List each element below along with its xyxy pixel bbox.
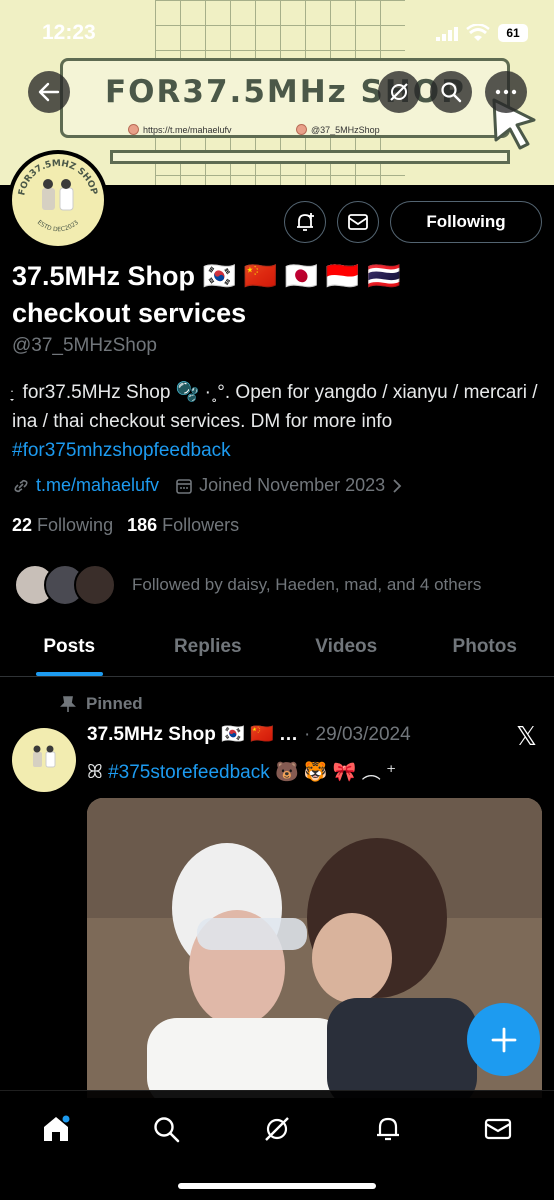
- back-arrow-icon: [38, 82, 60, 102]
- profile-link[interactable]: t.me/mahaelufv: [36, 475, 159, 496]
- avatar-logo: FOR37.5MHZ SHOP ESTD DEC2023: [12, 154, 104, 246]
- post-text: ꕤ #375storefeedback 🐻 🐯 🎀 ︵ ⁺: [87, 757, 396, 784]
- tab-replies[interactable]: Replies: [139, 624, 278, 676]
- notify-button[interactable]: [284, 201, 326, 243]
- following-button[interactable]: Following: [390, 201, 542, 243]
- banner-link-text: https://t.me/mahaelufv: [143, 124, 232, 135]
- tab-posts[interactable]: Posts: [0, 624, 139, 676]
- home-indicator[interactable]: [178, 1183, 376, 1189]
- status-bar: 12:23 61: [0, 0, 554, 46]
- post-author-name[interactable]: 37.5MHz Shop 🇰🇷 🇨🇳 …: [87, 722, 298, 746]
- post-header: 37.5MHz Shop 🇰🇷 🇨🇳 … · 29/03/2024: [87, 722, 411, 746]
- status-time: 12:23: [42, 21, 96, 44]
- post-text-prefix: ꕤ: [87, 762, 103, 783]
- envelope-icon: [348, 214, 368, 230]
- more-button[interactable]: [485, 71, 527, 113]
- profile-name-line1: 37.5MHz Shop 🇰🇷 🇨🇳 🇯🇵 🇮🇩 🇹🇭: [12, 261, 401, 291]
- grok-icon: [265, 1117, 289, 1141]
- pinned-label: Pinned: [60, 694, 143, 714]
- followed-by-text: Followed by daisy, Haeden, mad, and 4 ot…: [132, 575, 482, 594]
- calendar-icon: [176, 478, 192, 494]
- nav-messages[interactable]: [470, 1109, 526, 1149]
- grok-icon: [390, 83, 408, 101]
- search-icon: [441, 82, 462, 103]
- followed-by-row[interactable]: Followed by daisy, Haeden, mad, and 4 ot…: [14, 563, 481, 607]
- banner-handle: @37_5MHzShop: [296, 124, 380, 135]
- avatar-badge-text: FOR37.5MHZ SHOP: [17, 159, 98, 197]
- profile-handle: @37_5MHzShop: [12, 335, 157, 356]
- profile-meta: t.me/mahaelufv Joined November 2023: [12, 475, 403, 496]
- follow-stats: 22 Following 186 Followers: [12, 515, 239, 536]
- more-dots-icon: [495, 89, 517, 95]
- link-icon: [14, 479, 28, 492]
- post-text-suffix: 🐻 🐯 🎀 ︵ ⁺: [275, 762, 397, 783]
- back-button[interactable]: [28, 71, 70, 113]
- message-button[interactable]: [337, 201, 379, 243]
- avatar-logo-art: FOR37.5MHZ SHOP ESTD DEC2023: [17, 159, 98, 234]
- signal-icon: [436, 27, 458, 41]
- profile-tabs: Posts Replies Videos Photos: [0, 624, 554, 677]
- banner-underline-box: [110, 150, 510, 164]
- profile-name-line2: checkout services: [12, 298, 247, 328]
- post-date: · 29/03/2024: [303, 724, 411, 745]
- nav-notifications[interactable]: [360, 1109, 416, 1149]
- pinned-text: Pinned: [86, 694, 143, 713]
- wifi-icon: [466, 24, 490, 41]
- bio-hashtag[interactable]: #for375mhzshopfeedback: [12, 440, 231, 461]
- search-icon: [154, 1117, 180, 1143]
- pin-icon: [60, 696, 76, 712]
- nav-home[interactable]: [28, 1109, 84, 1149]
- profile-bio: ּ ָ for37.5MHz Shop 🫧 ·˳°. Open for yang…: [12, 378, 547, 465]
- banner-handle-text: @37_5MHzShop: [311, 124, 380, 135]
- x-logo-icon: 𝕏: [516, 722, 537, 752]
- tab-photos[interactable]: Photos: [416, 624, 554, 676]
- follower-avatar: [74, 564, 116, 606]
- tab-videos[interactable]: Videos: [277, 624, 416, 676]
- compose-button[interactable]: [467, 1003, 540, 1076]
- search-button[interactable]: [430, 71, 472, 113]
- plus-icon: [491, 1027, 516, 1052]
- followers-label: Followers: [162, 515, 240, 535]
- bell-icon: [377, 1117, 399, 1141]
- post-author-avatar[interactable]: [12, 728, 76, 792]
- nav-grok[interactable]: [249, 1109, 305, 1149]
- banner-handle-icon: [296, 124, 307, 135]
- banner-link-icon: [128, 124, 139, 135]
- bell-plus-icon: [297, 213, 314, 231]
- following-label: Following: [37, 515, 114, 535]
- following-count: 22: [12, 515, 33, 535]
- nav-search[interactable]: [138, 1109, 194, 1149]
- post-hashtag[interactable]: #375storefeedback: [108, 762, 270, 783]
- battery-indicator: 61: [498, 24, 528, 42]
- chevron-right-icon[interactable]: [391, 478, 403, 494]
- avatar-estd-text: ESTD DEC2023: [36, 219, 80, 233]
- banner-link: https://t.me/mahaelufv: [128, 124, 232, 135]
- grok-button[interactable]: [378, 71, 420, 113]
- profile-avatar[interactable]: FOR37.5MHZ SHOP ESTD DEC2023: [8, 150, 108, 250]
- home-icon: [44, 1115, 70, 1141]
- profile-joined: Joined November 2023: [199, 475, 386, 495]
- envelope-icon: [484, 1118, 512, 1140]
- followers-count: 186: [127, 515, 158, 535]
- followers-stat[interactable]: 186 Followers: [127, 515, 239, 536]
- profile-name: 37.5MHz Shop 🇰🇷 🇨🇳 🇯🇵 🇮🇩 🇹🇭 checkout ser…: [12, 258, 532, 332]
- following-stat[interactable]: 22 Following: [12, 515, 113, 536]
- post-avatar-logo: [14, 730, 74, 790]
- bio-text: ּ ָ for37.5MHz Shop 🫧 ·˳°. Open for yang…: [12, 382, 538, 432]
